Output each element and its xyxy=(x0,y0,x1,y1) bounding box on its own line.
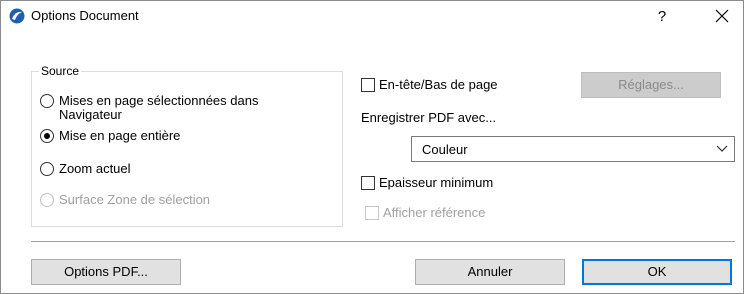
radio-button[interactable] xyxy=(40,94,54,108)
pdf-options-button[interactable]: Options PDF... xyxy=(31,259,181,285)
ok-button[interactable]: OK xyxy=(582,259,732,285)
close-button[interactable] xyxy=(705,4,739,28)
radio-entire-layout[interactable]: Mise en page entière xyxy=(40,129,180,143)
radio-selected-layouts[interactable]: Mises en page sélectionnées dans Navigat… xyxy=(40,94,309,122)
pdf-color-select-value: Couleur xyxy=(422,142,468,157)
radio-selected-layouts-label: Mises en page sélectionnées dans Navigat… xyxy=(59,93,259,122)
options-document-dialog: Options Document ? Source Mises en page … xyxy=(0,0,744,294)
help-button[interactable]: ? xyxy=(647,6,677,28)
radio-selection-area-label: Surface Zone de sélection xyxy=(59,192,211,207)
show-reference-checkbox[interactable] xyxy=(365,206,379,220)
header-footer-checkbox[interactable] xyxy=(361,78,375,92)
radio-button[interactable] xyxy=(40,162,54,176)
radio-entire-layout-label: Mise en page entière xyxy=(59,128,181,143)
settings-button[interactable]: Réglages... xyxy=(581,72,721,98)
radio-selection-area[interactable]: Surface Zone de sélection xyxy=(40,193,210,207)
min-thickness-checkbox-row[interactable]: Epaisseur minimum xyxy=(361,176,493,190)
source-group-legend: Source xyxy=(39,64,82,78)
min-thickness-checkbox[interactable] xyxy=(361,176,375,190)
header-footer-label: En-tête/Bas de page xyxy=(379,77,498,92)
cancel-button[interactable]: Annuler xyxy=(415,259,565,285)
show-reference-label: Afficher référence xyxy=(383,205,486,220)
close-icon xyxy=(715,9,729,23)
radio-button[interactable] xyxy=(40,129,54,143)
header-footer-checkbox-row[interactable]: En-tête/Bas de page xyxy=(361,78,498,92)
pdf-color-select[interactable]: Couleur xyxy=(411,136,735,162)
show-reference-checkbox-row[interactable]: Afficher référence xyxy=(365,206,485,220)
footer-divider xyxy=(31,241,735,242)
radio-button[interactable] xyxy=(40,193,54,207)
chevron-down-icon xyxy=(716,145,728,152)
window-title: Options Document xyxy=(31,8,139,23)
save-pdf-label: Enregistrer PDF avec... xyxy=(361,110,497,125)
radio-current-zoom[interactable]: Zoom actuel xyxy=(40,162,131,176)
title-bar: Options Document ? xyxy=(1,1,743,31)
min-thickness-label: Epaisseur minimum xyxy=(379,175,494,190)
radio-current-zoom-label: Zoom actuel xyxy=(59,161,131,176)
archicad-app-icon xyxy=(9,8,25,24)
